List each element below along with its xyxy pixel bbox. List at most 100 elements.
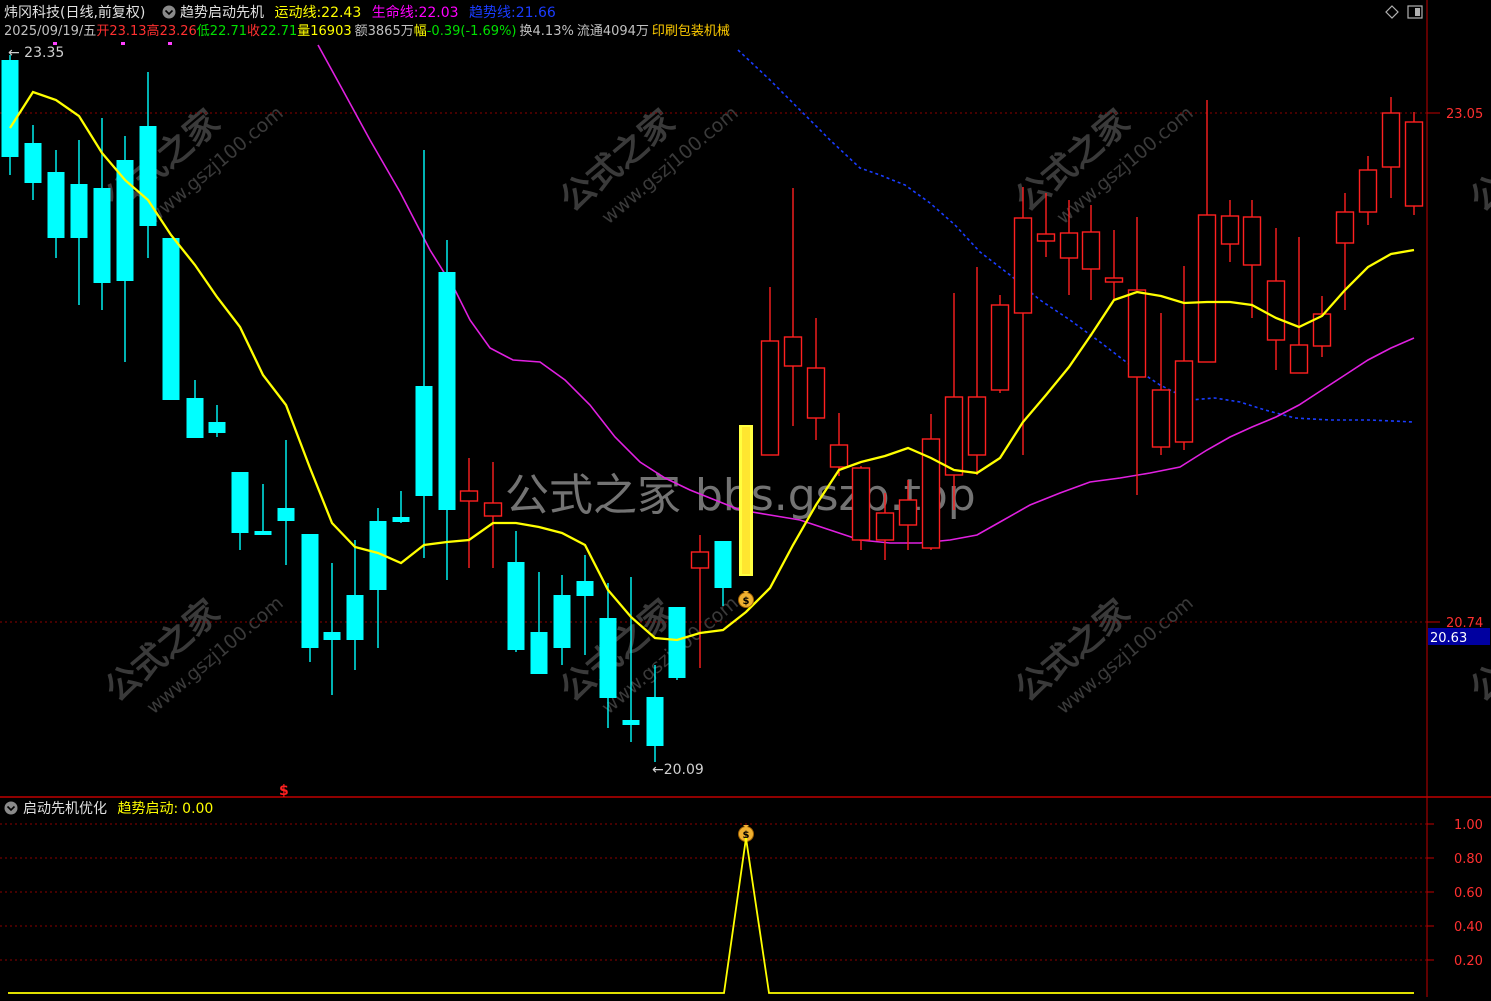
- sub-collapse-icon[interactable]: [4, 801, 18, 815]
- stock-name: 炜冈科技: [4, 5, 60, 21]
- candle: [967, 267, 987, 475]
- info-segment: 印刷包装机械: [652, 24, 730, 39]
- candle: [553, 575, 571, 665]
- watermark-tile: 公式之家www.gszj100.com: [98, 592, 288, 719]
- svg-text:启动先机优化 趋势启动:0.00: 启动先机优化 趋势启动: 0.00: [23, 801, 213, 817]
- candle: [576, 555, 594, 655]
- candle: [829, 413, 849, 476]
- life-line-label: 生命线:: [372, 4, 419, 21]
- info-segment: 低: [197, 24, 210, 39]
- candle: [760, 287, 780, 456]
- trend-line-label: 趋势线:: [469, 5, 516, 21]
- sub-axis: 1.00 0.80 0.60 0.40 0.20: [1454, 818, 1483, 969]
- watermark-tile: 公式之家www.gszj100.com: [1008, 592, 1198, 719]
- quote-info-bar: 2025/09/19/五开23.13高23.26低22.71收22.71量169…: [4, 23, 730, 39]
- sub-tick-label: 0.40: [1454, 920, 1483, 935]
- candle: [1081, 205, 1101, 300]
- candle: [24, 125, 42, 200]
- candle: [1335, 193, 1355, 310]
- candle: [93, 118, 111, 310]
- signal-dot: [121, 42, 125, 45]
- money-bag-icon: $: [738, 591, 754, 608]
- signal-dot: [168, 42, 172, 45]
- info-segment: 流通4094万: [577, 24, 649, 39]
- watermark-tile: 公式之家www.gszj100.com: [1008, 102, 1198, 229]
- info-segment: 2025/09/19/五: [4, 24, 96, 39]
- svg-text:公式之家: 公式之家: [1463, 592, 1491, 710]
- sub-tick-label: 0.80: [1454, 852, 1483, 867]
- candle: [186, 380, 204, 438]
- sub-tick-label: 0.20: [1454, 954, 1483, 969]
- dollar-marker: $: [279, 783, 289, 799]
- indicator-name: 趋势启动先机: [180, 5, 264, 21]
- svg-text:趋势启动先机 运动线:22.43: 趋势启动先机 运动线:22.43 生命线:22.03 趋势线:21.66: [180, 4, 556, 21]
- candle: [1220, 200, 1240, 262]
- candle: [369, 508, 387, 648]
- diamond-icon[interactable]: [1385, 5, 1399, 19]
- info-segment: 高: [147, 23, 160, 39]
- candle: [277, 440, 295, 565]
- candle: [415, 150, 433, 558]
- high-price-label: ← 23.35: [8, 45, 64, 61]
- info-segment: 幅: [414, 24, 427, 39]
- candle: [851, 466, 871, 550]
- candle: [139, 72, 157, 258]
- candle: [231, 472, 249, 550]
- candle: [783, 188, 803, 426]
- collapse-icon[interactable]: [162, 5, 176, 19]
- low-price-label: ←20.09: [652, 762, 704, 778]
- stock-chart[interactable]: 公式之家 www.gszj100.com 公式之家 www.gszj100.com 公式…: [0, 0, 1491, 997]
- watermark-tile: 公式之家www.gszj100.com: [553, 102, 743, 229]
- chart-canvas: 公式之家www.gszj100.com 公式之家www.gszj100.com 公式…: [0, 0, 1491, 997]
- candle: [116, 136, 134, 362]
- info-segment: -0.39(-1.69%): [427, 24, 517, 39]
- period-label: (日线,前复权): [60, 4, 145, 21]
- info-segment: 收: [247, 24, 260, 39]
- trend-line-value: 21.66: [516, 5, 556, 21]
- candle: [1381, 97, 1401, 198]
- motion-line-label: 运动线:: [274, 5, 321, 21]
- candle: [1266, 228, 1286, 370]
- candle: [806, 318, 826, 440]
- current-price-label: 20.63: [1430, 631, 1467, 646]
- price-tick-label: 23.05: [1446, 107, 1483, 122]
- candle: [530, 572, 548, 674]
- sub-tick-label: 1.00: [1454, 818, 1483, 833]
- life-line-value: 22.03: [418, 5, 458, 21]
- sub-panel-header: 启动先机优化 趋势启动: 0.00: [4, 801, 213, 817]
- candle: [254, 484, 272, 535]
- watermark-tile: 公式之家www.gszj100.com: [1463, 102, 1491, 220]
- sub-line-label: 趋势启动:: [117, 801, 178, 817]
- candle: [47, 150, 65, 258]
- candle: [459, 458, 479, 568]
- candle: [1127, 217, 1147, 495]
- candle: [392, 491, 410, 523]
- trend-start-line: [8, 837, 1414, 994]
- candle: [1197, 100, 1217, 363]
- candle: [162, 238, 180, 400]
- sub-panel-plot: [8, 837, 1414, 994]
- info-segment: 16903: [310, 24, 351, 39]
- info-segment: 额3865万: [355, 24, 414, 39]
- info-segment: 量: [297, 24, 310, 39]
- sub-tick-label: 0.60: [1454, 886, 1483, 901]
- chart-header: 炜冈科技(日线,前复权) 趋势启动先机 运动线:22.43 生命线:22.03 …: [4, 4, 1423, 21]
- signal-dot: [53, 42, 57, 45]
- candle: [1, 55, 19, 175]
- info-segment: 开: [96, 24, 109, 39]
- svg-text:炜冈科技(日线,前复权): 炜冈科技(日线,前复权): [4, 4, 145, 21]
- candle: [1404, 112, 1424, 215]
- candle: [1358, 156, 1378, 225]
- info-segment: 23.13: [109, 24, 146, 39]
- window-toggle-icon[interactable]: [1407, 5, 1423, 19]
- candle: [483, 462, 503, 568]
- candle: [507, 531, 525, 652]
- svg-text:$: $: [743, 596, 750, 607]
- candle: [921, 414, 941, 550]
- candle: [323, 563, 341, 695]
- candle: [70, 140, 88, 305]
- candle: [990, 295, 1010, 393]
- info-segment: 22.71: [260, 24, 297, 39]
- info-segment: 22.71: [210, 24, 247, 39]
- candle: [1151, 313, 1171, 455]
